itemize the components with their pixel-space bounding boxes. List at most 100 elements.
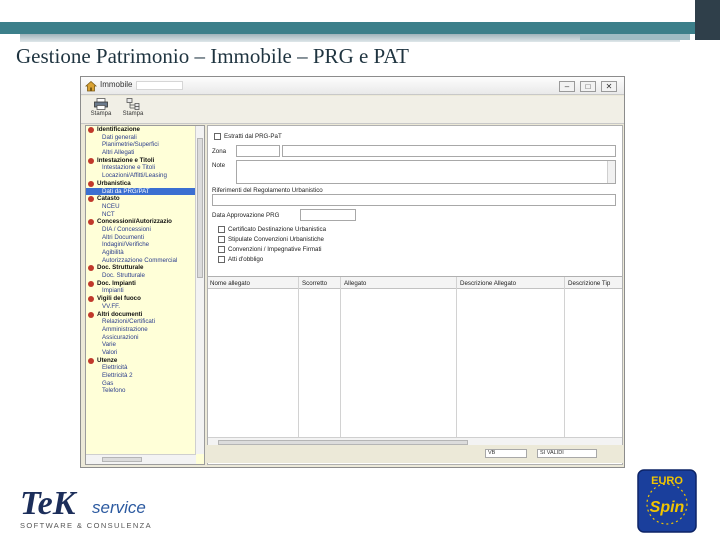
note-scrollbar[interactable]: [607, 161, 615, 183]
category-icon: [88, 296, 94, 303]
minimize-button[interactable]: –: [559, 81, 575, 92]
tree-row-label: Autorizzazione Commercial: [102, 256, 178, 264]
tree-item[interactable]: Locazioni/Affitti/Leasing: [86, 172, 196, 180]
tree-item[interactable]: Indagini/Verifiche: [86, 241, 196, 249]
slide-title: Gestione Patrimonio – Immobile – PRG e P…: [16, 44, 409, 68]
grid-col-nome-allegato[interactable]: Nome allegato: [210, 280, 250, 287]
tree-item[interactable]: Gas: [86, 380, 196, 388]
tree-row-label: Altri Documenti: [102, 233, 144, 241]
tree-row-label: DIA / Concessioni: [102, 225, 151, 233]
category-icon: [88, 127, 94, 133]
euro-logo-top: EURO: [651, 475, 683, 487]
tree-item[interactable]: Intestazione e Titoli: [86, 164, 196, 172]
tree-item[interactable]: Relazioni/Certificati: [86, 318, 196, 326]
tree-item[interactable]: Amministrazione: [86, 326, 196, 334]
printer-icon: [94, 98, 108, 110]
data-approvazione-input[interactable]: [300, 209, 356, 221]
tree-vertical-scrollbar[interactable]: [195, 126, 204, 454]
tek-logo-tagline: SOFTWARE & CONSULENZA: [20, 521, 152, 530]
print-report-button[interactable]: Stampa: [119, 98, 147, 122]
status-bar: VB SI VALIDI: [207, 445, 623, 463]
note-textarea[interactable]: [236, 160, 616, 184]
tree-item[interactable]: DIA / Concessioni: [86, 226, 196, 234]
tree-row-label: VV.FF.: [102, 302, 120, 310]
tree-item[interactable]: NCT: [86, 211, 196, 219]
tree-item[interactable]: NCEU: [86, 203, 196, 211]
tree-item[interactable]: Autorizzazione Commercial: [86, 257, 196, 265]
prg-pat-checkbox[interactable]: [214, 133, 221, 140]
print-button[interactable]: Stampa: [87, 98, 115, 122]
tree-item[interactable]: Agibilità: [86, 249, 196, 257]
tree-row-label: Impianti: [102, 287, 124, 295]
checkbox-certificato[interactable]: [218, 226, 225, 233]
note-label: Note: [212, 162, 226, 169]
tree-horizontal-scroll-thumb[interactable]: [102, 457, 142, 462]
tree-category[interactable]: Intestazione e Titoli: [86, 157, 196, 165]
tree-item[interactable]: VV.FF.: [86, 303, 196, 311]
tree-category[interactable]: Concessioni/Autorizzazio: [86, 218, 196, 226]
close-button[interactable]: ✕: [601, 81, 617, 92]
tree-row-label: Doc. Impianti: [97, 279, 136, 287]
form-panel: Estratti dal PRG-PaT Zona Note Riferimen…: [207, 125, 623, 465]
tree-item[interactable]: Altri Documenti: [86, 234, 196, 242]
tree-item[interactable]: Altri Allegati: [86, 149, 196, 157]
tree-category[interactable]: Identificazione: [86, 126, 196, 134]
category-icon: [88, 180, 94, 187]
tree-category[interactable]: Utenze: [86, 357, 196, 365]
tree-row-label: Concessioni/Autorizzazio: [97, 218, 172, 226]
tree-row-label: NCEU: [102, 202, 120, 210]
checkbox-certificato-label: Certificato Destinazione Urbanistica: [228, 226, 327, 233]
window-title-field: [136, 81, 183, 90]
euro-logo-bottom: Spin: [650, 499, 685, 516]
tree-item[interactable]: Assicurazioni: [86, 334, 196, 342]
print-button-label: Stampa: [90, 111, 112, 117]
tree-item[interactable]: Planimetrie/Superfici: [86, 141, 196, 149]
tree-item[interactable]: Elettricità 2: [86, 372, 196, 380]
status-field-validi: SI VALIDI: [537, 449, 597, 458]
riferimenti-input[interactable]: [212, 194, 616, 206]
top-dark-corner: [695, 0, 720, 40]
tree-category[interactable]: Vigili del fuoco: [86, 295, 196, 303]
home-icon: [85, 80, 97, 92]
attachments-grid: Nome allegato Scorretto Allegato Descriz…: [208, 276, 622, 449]
prg-pat-label: Estratti dal PRG-PaT: [224, 133, 282, 140]
tree-item[interactable]: Valori: [86, 349, 196, 357]
zona-label: Zona: [212, 148, 227, 155]
tree-item[interactable]: Doc. Strutturale: [86, 272, 196, 280]
tree-category[interactable]: Doc. Strutturale: [86, 264, 196, 272]
category-icon: [88, 280, 94, 287]
tree-row-label: Indagini/Verifiche: [102, 241, 150, 249]
tree-horizontal-scrollbar[interactable]: [86, 454, 196, 464]
maximize-button[interactable]: □: [580, 81, 596, 92]
tree-row-label: Planimetrie/Superfici: [102, 141, 159, 149]
tek-logo-main: TeK: [20, 485, 78, 522]
grid-col-allegato[interactable]: Allegato: [344, 280, 366, 287]
tree-category[interactable]: Catasto: [86, 195, 196, 203]
tree-row-label: Elettricità 2: [102, 372, 133, 379]
checkbox-atti-obbligo[interactable]: [218, 256, 225, 263]
grid-separator: [456, 277, 457, 449]
grid-separator: [340, 277, 341, 449]
tree-row-label: Locazioni/Affitti/Leasing: [102, 172, 167, 180]
grid-col-descrizione-allegato[interactable]: Descrizione Allegato: [460, 280, 516, 287]
tree-row-label: Amministrazione: [102, 325, 148, 333]
tree-item[interactable]: Dati generali: [86, 134, 196, 142]
grid-col-scorretto[interactable]: Scorretto: [302, 280, 327, 287]
checkbox-impegnative[interactable]: [218, 246, 225, 253]
window-titlebar[interactable]: Immobile – □ ✕: [81, 77, 624, 95]
tree-item[interactable]: Varie: [86, 341, 196, 349]
top-light-bar: [580, 34, 690, 40]
tree-item[interactable]: Telefono: [86, 387, 196, 395]
zona-description-input[interactable]: [282, 145, 616, 157]
eurospin-logo: EURO Spin: [637, 469, 697, 533]
tree-item[interactable]: Impianti: [86, 287, 196, 295]
grid-col-descrizione-tip[interactable]: Descrizione Tip: [568, 280, 610, 287]
tree-item[interactable]: Elettricità: [86, 364, 196, 372]
zona-input[interactable]: [236, 145, 280, 157]
checkbox-convenzioni-urbanistiche[interactable]: [218, 236, 225, 243]
tree-category[interactable]: Altri documenti: [86, 311, 196, 319]
tree-vertical-scroll-thumb[interactable]: [197, 138, 203, 278]
tree-category[interactable]: Doc. Impianti: [86, 280, 196, 288]
tree-item[interactable]: Dati da PRG/PAT: [86, 187, 196, 196]
tree-category[interactable]: Urbanistica: [86, 180, 196, 188]
